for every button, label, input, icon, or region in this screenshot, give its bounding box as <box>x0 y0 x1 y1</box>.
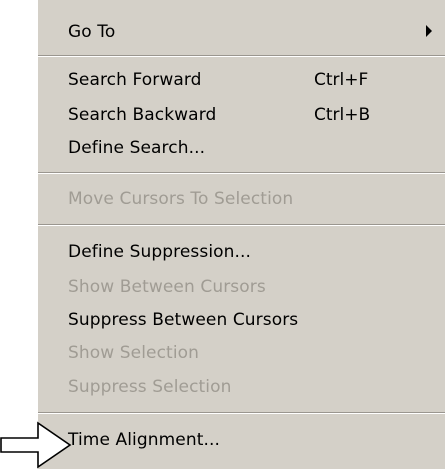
menu-item-show-between-cursors: Show Between Cursors <box>68 277 266 297</box>
menu-item-show-selection: Show Selection <box>68 343 200 363</box>
menu-item-time-alignment[interactable]: Time Alignment... <box>68 430 220 450</box>
menu-item-suppress-between-cursors[interactable]: Suppress Between Cursors <box>68 310 298 330</box>
menu-separator <box>38 224 445 226</box>
menu-item-go-to[interactable]: Go To <box>68 22 115 42</box>
submenu-arrow-icon <box>426 25 432 37</box>
menu-separator <box>38 55 445 57</box>
context-menu: Go To Search Forward Ctrl+F Search Backw… <box>38 0 445 469</box>
menu-separator <box>38 172 445 174</box>
shortcut-search-backward: Ctrl+B <box>314 105 371 125</box>
menu-item-move-cursors-to-selection: Move Cursors To Selection <box>68 189 294 209</box>
menu-item-suppress-selection: Suppress Selection <box>68 377 232 397</box>
screenshot-stage: Go To Search Forward Ctrl+F Search Backw… <box>0 0 445 469</box>
menu-separator <box>38 412 445 414</box>
menu-item-define-search[interactable]: Define Search... <box>68 138 205 158</box>
menu-item-define-suppression[interactable]: Define Suppression... <box>68 242 251 262</box>
pointer-arrow-icon <box>0 421 72 469</box>
menu-item-search-backward[interactable]: Search Backward <box>68 105 216 125</box>
shortcut-search-forward: Ctrl+F <box>314 70 369 90</box>
menu-item-search-forward[interactable]: Search Forward <box>68 70 202 90</box>
